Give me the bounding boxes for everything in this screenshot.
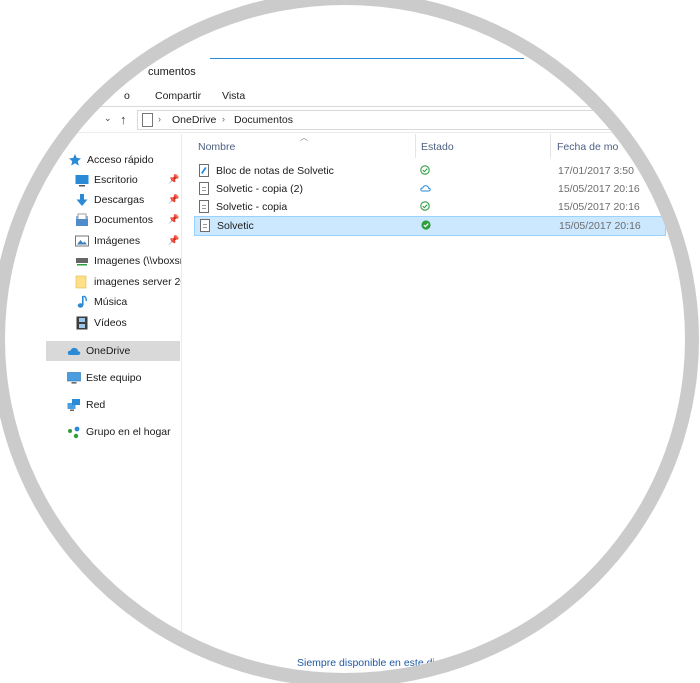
cloud-only-icon (420, 183, 431, 193)
ribbon-tabs: o Compartir Vista (0, 86, 700, 106)
text-file-icon (199, 200, 209, 213)
file-name: Solvetic - copia (2) (216, 183, 303, 195)
nav-red[interactable]: Red (67, 395, 105, 415)
file-row-selected[interactable]: Solvetic 15/05/2017 20:16 (194, 216, 666, 236)
nav-imagenes-server[interactable]: imagenes server 20 (75, 272, 181, 292)
homegroup-icon (67, 425, 81, 439)
music-note-icon (75, 295, 89, 309)
tab-vista[interactable]: Vista (222, 90, 245, 102)
nav-label: Vídeos (94, 317, 127, 329)
column-divider[interactable] (415, 134, 416, 158)
file-row[interactable]: Bloc de notas de Solvetic 17/01/2017 3:5… (195, 162, 665, 180)
status-text: utes (232, 657, 252, 669)
nav-label: Descargas (94, 194, 145, 206)
nav-label: Acceso rápido (87, 154, 154, 166)
download-arrow-icon (75, 193, 89, 207)
breadcrumb-onedrive[interactable]: OneDrive (172, 114, 216, 126)
file-name: Bloc de notas de Solvetic (216, 165, 334, 177)
nav-documentos[interactable]: Documentos 📌 (75, 210, 183, 230)
text-file-icon (200, 219, 210, 232)
pin-icon[interactable]: 📌 (168, 214, 179, 225)
file-date: 15/05/2017 20:16 (558, 201, 640, 213)
recent-locations-icon[interactable]: ⌄ (104, 114, 112, 123)
pin-icon[interactable]: 📌 (168, 235, 179, 246)
breadcrumb-separator-icon[interactable]: › (222, 114, 225, 124)
title-accent-line (210, 58, 524, 59)
nav-imagenes[interactable]: Imágenes 📌 (75, 231, 183, 251)
nav-onedrive[interactable]: OneDrive (46, 341, 180, 361)
address-bar[interactable]: › OneDrive › Documentos (137, 110, 658, 130)
tab-compartir[interactable]: Compartir (155, 90, 201, 102)
nav-label: Documentos (94, 214, 153, 226)
pane-divider (181, 134, 182, 683)
network-icon (67, 398, 81, 412)
file-date: 15/05/2017 20:16 (558, 183, 640, 195)
breadcrumb-separator-icon[interactable]: › (158, 114, 161, 124)
nav-divider (0, 132, 700, 133)
text-file-icon (199, 182, 209, 195)
film-icon (75, 316, 89, 330)
nav-label: Red (86, 399, 106, 411)
column-header-date[interactable]: Fecha de mo (557, 141, 618, 153)
file-row[interactable]: Solvetic - copia (2) 15/05/2017 20:16 (195, 180, 665, 198)
documents-icon (75, 213, 89, 227)
navigation-pane: Acceso rápido Escritorio 📌 Descargas 📌 D… (0, 134, 181, 683)
window-title: cumentos (148, 66, 196, 78)
always-available-icon (421, 220, 431, 230)
file-name: Solvetic - copia (216, 201, 288, 213)
file-date: 17/01/2017 3:50 (558, 165, 634, 177)
synced-check-icon (420, 165, 430, 175)
navigation-row: ⌄ ↑ › OneDrive › Documentos (0, 108, 700, 132)
computer-icon (67, 371, 81, 385)
star-icon (68, 153, 82, 167)
nav-label: Imágenes (94, 235, 141, 247)
tab-inicio[interactable]: o (124, 90, 130, 102)
synced-check-icon (420, 201, 430, 211)
nav-descargas[interactable]: Descargas 📌 (75, 190, 183, 210)
file-explorer-window: cumentos o Compartir Vista ⌄ ↑ › OneDriv… (0, 0, 700, 683)
sort-ascending-icon: ︿ (300, 133, 308, 142)
location-folder-icon (142, 113, 153, 127)
up-arrow-icon[interactable]: ↑ (120, 113, 127, 126)
column-header-status[interactable]: Estado (421, 141, 454, 153)
column-divider[interactable] (550, 134, 551, 158)
nav-label: Este equipo (86, 372, 142, 384)
pictures-icon (75, 234, 89, 248)
notebook-icon (199, 164, 209, 177)
file-row[interactable]: Solvetic - copia 15/05/2017 20:16 (195, 198, 665, 216)
nav-imagenes-vboxsrv[interactable]: Imagenes (\\vboxsr (75, 251, 181, 271)
column-headers: ︿ Nombre Estado Fecha de mo (182, 133, 700, 158)
column-header-name[interactable]: Nombre (198, 141, 235, 153)
nav-label: Música (94, 296, 128, 308)
nav-videos[interactable]: Vídeos (75, 313, 127, 333)
nav-quick-access[interactable]: Acceso rápido (68, 150, 154, 170)
nav-musica[interactable]: Música (75, 292, 127, 312)
folder-icon (75, 275, 89, 289)
nav-label: OneDrive (86, 345, 131, 357)
file-date: 15/05/2017 20:16 (559, 220, 641, 232)
nav-este-equipo[interactable]: Este equipo (67, 368, 141, 388)
pin-icon[interactable]: 📌 (168, 194, 179, 205)
breadcrumb-documentos[interactable]: Documentos (234, 114, 293, 126)
nav-label: Escritorio (94, 174, 138, 186)
cloud-icon (67, 344, 81, 358)
nav-label: imagenes server 20 (94, 276, 181, 288)
desktop-icon (75, 173, 89, 187)
nav-grupo-hogar[interactable]: Grupo en el hogar (67, 422, 171, 442)
availability-status-link[interactable]: Siempre disponible en este disp (297, 657, 446, 669)
pin-icon[interactable]: 📌 (168, 174, 179, 185)
nav-escritorio[interactable]: Escritorio 📌 (75, 170, 183, 190)
title-bar: cumentos (0, 58, 700, 86)
file-name: Solvetic (217, 220, 254, 232)
network-drive-icon (75, 254, 89, 268)
nav-label: Imagenes (\\vboxsr (94, 255, 181, 267)
status-bar: utes Siempre disponible en este disp (182, 654, 700, 672)
nav-label: Grupo en el hogar (86, 426, 171, 438)
ribbon-divider (100, 106, 700, 107)
